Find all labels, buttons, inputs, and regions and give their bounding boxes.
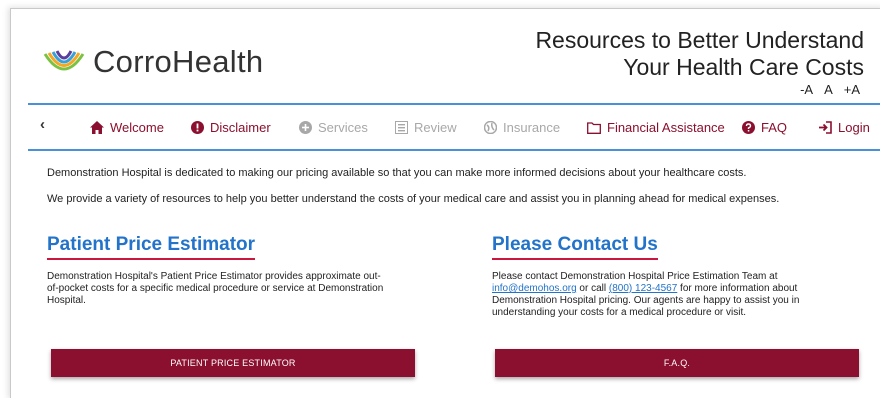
nav-item-label: Financial Assistance <box>607 120 725 135</box>
home-icon <box>90 121 104 135</box>
font-size-normal-button[interactable]: A <box>824 82 833 97</box>
nav-item-services[interactable]: Services <box>298 120 368 135</box>
nav-back-button[interactable]: ‹ <box>40 116 45 133</box>
font-size-controls: -A A +A <box>800 82 860 97</box>
main-nav: ‹ Welcome Disclaimer Services Review Ins… <box>28 103 880 151</box>
estimator-description: Demonstration Hospital's Patient Price E… <box>47 271 384 306</box>
nav-item-login[interactable]: Login <box>818 120 870 135</box>
nav-item-label: Login <box>838 120 870 135</box>
nav-item-financial-assistance[interactable]: Financial Assistance <box>587 120 725 135</box>
nav-item-label: Disclaimer <box>210 120 271 135</box>
nav-item-label: Welcome <box>110 120 164 135</box>
globe-icon <box>483 121 497 135</box>
contact-email-link[interactable]: info@demohos.org <box>492 283 577 294</box>
nav-item-label: FAQ <box>761 120 788 135</box>
site-tagline: Resources to Better Understand Your Heal… <box>535 27 864 81</box>
nav-item-insurance[interactable]: Insurance <box>483 120 560 135</box>
contact-description: Please contact Demonstration Hospital Pr… <box>492 271 814 319</box>
nav-item-review[interactable]: Review <box>394 120 457 135</box>
exclamation-circle-icon <box>190 121 204 135</box>
intro-text-2: We provide a variety of resources to hel… <box>47 193 780 205</box>
tagline-line-2: Your Health Care Costs <box>623 54 864 80</box>
login-icon <box>818 121 832 135</box>
nav-item-label: Insurance <box>503 120 561 135</box>
question-circle-icon <box>741 121 755 135</box>
font-size-increase-button[interactable]: +A <box>844 82 860 97</box>
folder-icon <box>587 121 601 135</box>
plus-circle-icon <box>298 121 312 135</box>
font-size-decrease-button[interactable]: -A <box>800 82 813 97</box>
brand-logo[interactable]: CorroHealth <box>39 44 263 80</box>
contact-text-mid: or call <box>576 283 609 294</box>
nav-item-label: Services <box>318 120 368 135</box>
list-icon <box>394 121 408 135</box>
estimator-heading: Patient Price Estimator <box>47 234 256 260</box>
contact-phone-link[interactable]: (800) 123-4567 <box>609 283 677 294</box>
concentric-swoosh-logo-icon <box>43 50 85 71</box>
tagline-line-1: Resources to Better Understand <box>535 27 864 53</box>
nav-item-disclaimer[interactable]: Disclaimer <box>190 120 271 135</box>
contact-text-before: Please contact Demonstration Hospital Pr… <box>492 271 778 282</box>
intro-text-1: Demonstration Hospital is dedicated to m… <box>47 167 747 179</box>
patient-price-estimator-button[interactable]: PATIENT PRICE ESTIMATOR <box>51 349 415 377</box>
contact-heading: Please Contact Us <box>492 234 658 260</box>
nav-item-welcome[interactable]: Welcome <box>90 120 164 135</box>
brand-name: CorroHealth <box>93 44 264 79</box>
nav-item-faq[interactable]: FAQ <box>741 120 787 135</box>
nav-item-label: Review <box>414 120 457 135</box>
faq-button[interactable]: F.A.Q. <box>495 349 859 377</box>
